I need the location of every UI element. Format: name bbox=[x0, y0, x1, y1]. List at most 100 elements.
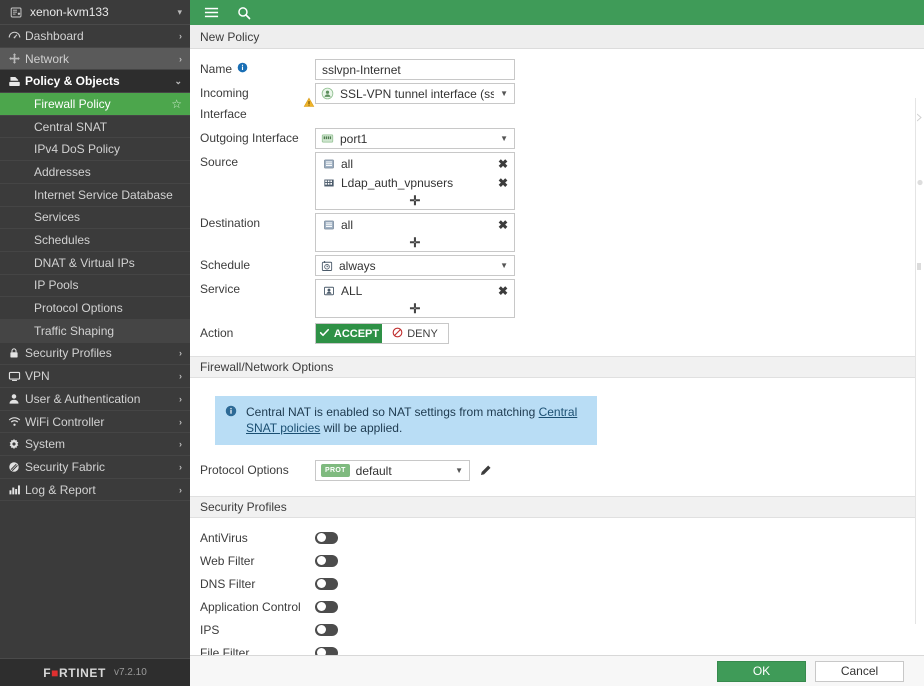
sidebar-item-label: Dashboard bbox=[25, 29, 179, 43]
info-icon[interactable] bbox=[237, 59, 248, 80]
destination-add-button[interactable]: ✛ bbox=[316, 234, 514, 251]
sidebar-item-traffic-shaping[interactable]: Traffic Shaping bbox=[0, 320, 190, 343]
sidebar-item-label: DNAT & Virtual IPs bbox=[34, 256, 182, 270]
sidebar-item-security-fabric[interactable]: Security Fabric › bbox=[0, 456, 190, 479]
info-icon bbox=[225, 404, 237, 436]
sidebar-item-log-and-report[interactable]: Log & Report › bbox=[0, 479, 190, 502]
device-selector[interactable]: xenon-kvm133 ▾ bbox=[0, 0, 190, 25]
ok-button[interactable]: OK bbox=[717, 661, 806, 682]
sidebar-item-vpn[interactable]: VPN › bbox=[0, 365, 190, 388]
sidebar-item-ip-pools[interactable]: IP Pools bbox=[0, 275, 190, 298]
destination-multiselect[interactable]: all ✖ ✛ bbox=[315, 213, 515, 252]
chevron-down-icon[interactable]: ▼ bbox=[500, 89, 508, 98]
protocol-options-select[interactable]: PROT default ▼ bbox=[315, 460, 470, 481]
sidebar-item-security-profiles[interactable]: Security Profiles › bbox=[0, 343, 190, 366]
source-add-button[interactable]: ✛ bbox=[316, 192, 514, 209]
section-header-security-profiles: Security Profiles bbox=[190, 496, 924, 518]
action-accept-button[interactable]: ACCEPT bbox=[316, 324, 382, 343]
ips-toggle[interactable] bbox=[315, 624, 338, 636]
schedule-select[interactable]: always ▼ bbox=[315, 255, 515, 276]
profile-row-file-filter: File Filter bbox=[190, 641, 924, 655]
pencil-icon[interactable] bbox=[479, 464, 492, 477]
action-accept-label: ACCEPT bbox=[334, 328, 379, 340]
cutoff-panel-edge bbox=[915, 98, 924, 624]
dns-filter-toggle[interactable] bbox=[315, 578, 338, 590]
name-input[interactable] bbox=[315, 59, 515, 80]
chevron-down-icon[interactable]: ▼ bbox=[455, 466, 463, 475]
list-item[interactable]: all ✖ bbox=[316, 154, 514, 173]
search-icon[interactable] bbox=[237, 6, 251, 20]
remove-icon[interactable]: ✖ bbox=[498, 285, 508, 297]
service-label: Service bbox=[190, 279, 315, 300]
sidebar-item-network[interactable]: Network › bbox=[0, 48, 190, 71]
field-row-name: Name bbox=[190, 59, 924, 80]
chevron-down-icon[interactable]: ▼ bbox=[500, 261, 508, 270]
dialog-button-bar: OK Cancel bbox=[190, 655, 924, 686]
lock-icon bbox=[8, 347, 25, 359]
application-control-label: Application Control bbox=[190, 600, 315, 614]
service-add-button[interactable]: ✛ bbox=[316, 300, 514, 317]
star-icon[interactable]: ☆ bbox=[171, 97, 182, 111]
sidebar-item-addresses[interactable]: Addresses bbox=[0, 161, 190, 184]
incoming-interface-select[interactable]: SSL-VPN tunnel interface (ssl.roo ▼ bbox=[315, 83, 515, 104]
sidebar-item-user-and-authentication[interactable]: User & Authentication › bbox=[0, 388, 190, 411]
sidebar-item-policy-and-objects[interactable]: Policy & Objects ⌄ bbox=[0, 70, 190, 93]
sidebar-item-label: Addresses bbox=[34, 165, 182, 179]
remove-icon[interactable]: ✖ bbox=[498, 158, 508, 170]
central-nat-notice: Central NAT is enabled so NAT settings f… bbox=[215, 396, 597, 445]
sidebar-item-label: System bbox=[25, 437, 179, 451]
network-icon bbox=[8, 52, 25, 65]
user-icon bbox=[8, 393, 25, 405]
profile-row-dns-filter: DNS Filter bbox=[190, 572, 924, 595]
action-deny-button[interactable]: DENY bbox=[382, 324, 448, 343]
destination-label: Destination bbox=[190, 213, 315, 234]
sidebar-item-wifi-controller[interactable]: WiFi Controller › bbox=[0, 411, 190, 434]
sidebar-item-schedules[interactable]: Schedules bbox=[0, 229, 190, 252]
sidebar-item-services[interactable]: Services bbox=[0, 207, 190, 230]
service-multiselect[interactable]: ALL ✖ ✛ bbox=[315, 279, 515, 318]
chevron-down-icon[interactable]: ▼ bbox=[500, 134, 508, 143]
cancel-button[interactable]: Cancel bbox=[815, 661, 904, 682]
hamburger-icon[interactable] bbox=[204, 5, 219, 20]
chevron-down-icon[interactable]: ▾ bbox=[177, 7, 182, 18]
list-item-label: Ldap_auth_vpnusers bbox=[341, 176, 492, 190]
source-multiselect[interactable]: all ✖ bbox=[315, 152, 515, 210]
list-item[interactable]: all ✖ bbox=[316, 215, 514, 234]
list-item[interactable]: Ldap_auth_vpnusers ✖ bbox=[316, 173, 514, 192]
sidebar-item-dnat-virtual-ips[interactable]: DNAT & Virtual IPs bbox=[0, 252, 190, 275]
chevron-right-icon: › bbox=[179, 394, 182, 404]
list-item[interactable]: ALL ✖ bbox=[316, 281, 514, 300]
sidebar-item-protocol-options[interactable]: Protocol Options bbox=[0, 297, 190, 320]
field-row-incoming-interface: Incoming Interface bbox=[190, 83, 924, 125]
antivirus-toggle[interactable] bbox=[315, 532, 338, 544]
sidebar-item-label: Log & Report bbox=[25, 483, 179, 497]
profile-row-antivirus: AntiVirus bbox=[190, 526, 924, 549]
file-filter-toggle[interactable] bbox=[315, 647, 338, 656]
sidebar-item-ipv4-dos-policy[interactable]: IPv4 DoS Policy bbox=[0, 138, 190, 161]
profile-row-ips: IPS bbox=[190, 618, 924, 641]
chevron-down-icon: ⌄ bbox=[174, 76, 182, 87]
source-label: Source bbox=[190, 152, 315, 173]
chevron-right-icon: › bbox=[179, 485, 182, 495]
nav-list: Dashboard › Network › bbox=[0, 25, 190, 658]
antivirus-label: AntiVirus bbox=[190, 531, 315, 545]
fortigate-window: xenon-kvm133 ▾ Dashboard › bbox=[0, 0, 924, 686]
sidebar-item-system[interactable]: System › bbox=[0, 433, 190, 456]
sidebar-item-dashboard[interactable]: Dashboard › bbox=[0, 25, 190, 48]
sidebar-item-firewall-policy[interactable]: Firewall Policy ☆ bbox=[0, 93, 190, 116]
field-row-schedule: Schedule always ▼ bbox=[190, 255, 924, 276]
sidebar-item-internet-service-database[interactable]: Internet Service Database bbox=[0, 184, 190, 207]
field-row-destination: Destination bbox=[190, 213, 924, 252]
remove-icon[interactable]: ✖ bbox=[498, 219, 508, 231]
warning-icon[interactable] bbox=[303, 94, 315, 115]
chevron-right-icon: › bbox=[179, 417, 182, 427]
notice-text: Central NAT is enabled so NAT settings f… bbox=[246, 404, 587, 436]
sidebar-item-central-snat[interactable]: Central SNAT bbox=[0, 116, 190, 139]
web-filter-toggle[interactable] bbox=[315, 555, 338, 567]
protocol-options-label: Protocol Options bbox=[190, 460, 315, 481]
outgoing-interface-select[interactable]: port1 ▼ bbox=[315, 128, 515, 149]
remove-icon[interactable]: ✖ bbox=[498, 177, 508, 189]
application-control-toggle[interactable] bbox=[315, 601, 338, 613]
incoming-interface-label: Incoming Interface bbox=[190, 83, 315, 125]
profile-row-web-filter: Web Filter bbox=[190, 549, 924, 572]
